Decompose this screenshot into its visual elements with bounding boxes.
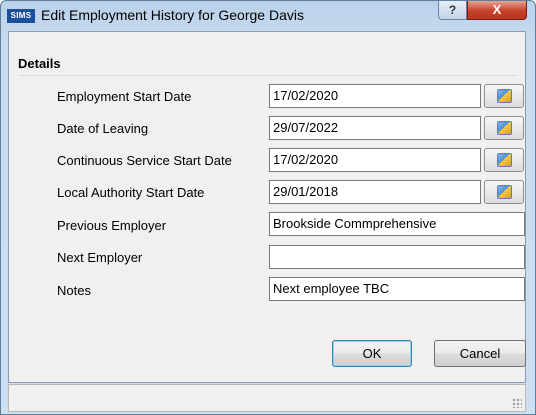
local-authority-calendar-button[interactable] [484,180,524,204]
date-of-leaving-input[interactable]: 29/07/2022 [269,116,481,140]
cancel-button[interactable]: Cancel [434,340,526,367]
ok-button[interactable]: OK [332,340,412,367]
employment-start-calendar-button[interactable] [484,84,524,108]
continuous-service-input[interactable]: 17/02/2020 [269,148,481,172]
notes-input[interactable]: Next employee TBC [269,277,525,301]
employment-start-input[interactable]: 17/02/2020 [269,84,481,108]
calendar-icon [497,89,512,103]
section-title: Details [18,56,61,71]
continuous-service-calendar-button[interactable] [484,148,524,172]
date-of-leaving-calendar-button[interactable] [484,116,524,140]
date-of-leaving-label: Date of Leaving [57,121,149,136]
previous-employer-input[interactable]: Brookside Commprehensive [269,212,525,236]
previous-employer-label: Previous Employer [57,218,167,233]
resize-grip-icon[interactable] [512,398,522,408]
local-authority-label: Local Authority Start Date [57,185,205,200]
help-button[interactable]: ? [438,1,467,20]
calendar-icon [497,185,512,199]
close-button[interactable]: X [467,1,527,20]
calendar-icon [497,153,512,167]
window-title: Edit Employment History for George Davis [41,7,304,23]
local-authority-input[interactable]: 29/01/2018 [269,180,481,204]
calendar-icon [497,121,512,135]
notes-label: Notes [57,283,91,298]
status-bar [8,384,526,412]
next-employer-label: Next Employer [57,250,143,265]
next-employer-input[interactable] [269,245,525,269]
employment-start-label: Employment Start Date [57,89,192,104]
sims-logo: SIMS [7,9,35,23]
continuous-service-label: Continuous Service Start Date [57,153,232,168]
title-bar[interactable]: SIMS Edit Employment History for George … [1,1,535,31]
